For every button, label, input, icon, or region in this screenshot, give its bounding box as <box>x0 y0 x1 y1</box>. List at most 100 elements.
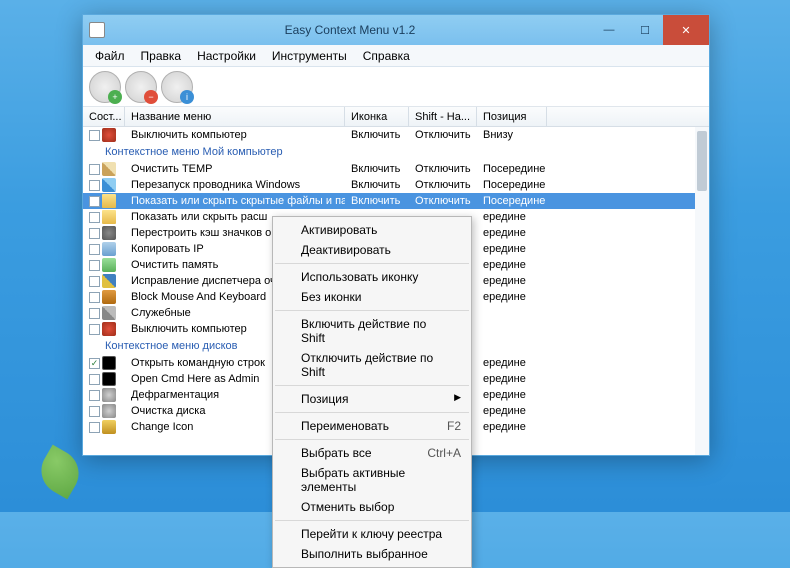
hotkey-label: F2 <box>447 419 461 433</box>
col-state[interactable]: Сост... <box>83 107 125 126</box>
checkbox[interactable] <box>89 292 100 303</box>
row-name: Очистить TEMP <box>125 163 345 175</box>
menu-item[interactable]: Без иконки <box>273 287 471 307</box>
row-pos-col: ередине <box>477 227 547 239</box>
menu-settings[interactable]: Настройки <box>189 47 264 65</box>
row-pos-col: ередине <box>477 421 547 433</box>
checkbox[interactable] <box>89 374 100 385</box>
row-name: Показать или скрыть скрытые файлы и папк… <box>125 195 345 207</box>
menubar: Файл Правка Настройки Инструменты Справк… <box>83 45 709 67</box>
row-pos-col: Посередине <box>477 163 547 175</box>
checkbox[interactable] <box>89 228 100 239</box>
menu-item[interactable]: Деактивировать <box>273 240 471 260</box>
col-icon[interactable]: Иконка <box>345 107 409 126</box>
row-icon-col: Включить <box>345 163 409 175</box>
remove-button[interactable]: − <box>125 71 157 103</box>
cmd-icon <box>102 356 116 370</box>
menu-item[interactable]: Включить действие по Shift <box>273 314 471 348</box>
checkbox[interactable] <box>89 130 100 141</box>
menu-item[interactable]: Отменить выбор <box>273 497 471 517</box>
broom-icon <box>102 162 116 176</box>
cmd-icon <box>102 372 116 386</box>
checkbox[interactable] <box>89 196 100 207</box>
col-shift[interactable]: Shift - На... <box>409 107 477 126</box>
menu-item[interactable]: Использовать иконку <box>273 267 471 287</box>
checkbox[interactable] <box>89 164 100 175</box>
menu-file[interactable]: Файл <box>87 47 133 65</box>
folder-icon <box>102 210 116 224</box>
row-shift-col: Отключить <box>409 129 477 141</box>
menu-separator <box>275 520 469 521</box>
window-title: Easy Context Menu v1.2 <box>109 23 591 37</box>
row-pos-col: Внизу <box>477 129 547 141</box>
checkbox[interactable] <box>89 276 100 287</box>
col-position[interactable]: Позиция <box>477 107 547 126</box>
power-icon <box>102 322 116 336</box>
menu-item[interactable]: Перейти к ключу реестра <box>273 524 471 544</box>
row-pos-col: ередине <box>477 389 547 401</box>
table-row[interactable]: Очистить TEMPВключитьОтключитьПосередине <box>83 161 709 177</box>
menu-edit[interactable]: Правка <box>133 47 190 65</box>
col-name[interactable]: Название меню <box>125 107 345 126</box>
shield-icon <box>102 274 116 288</box>
context-menu: АктивироватьДеактивировать Использовать и… <box>272 216 472 568</box>
checkbox[interactable] <box>89 212 100 223</box>
row-shift-col: Отключить <box>409 163 477 175</box>
menu-item[interactable]: Выполнить выбранное <box>273 544 471 564</box>
hotkey-label: Ctrl+A <box>427 446 461 460</box>
maximize-button[interactable]: ☐ <box>627 15 663 45</box>
menu-tools[interactable]: Инструменты <box>264 47 355 65</box>
menu-separator <box>275 412 469 413</box>
win-icon <box>102 178 116 192</box>
checkbox[interactable] <box>89 244 100 255</box>
table-row[interactable]: Выключить компьютерВключитьОтключитьВниз… <box>83 127 709 143</box>
menu-separator <box>275 263 469 264</box>
row-pos-col: ередине <box>477 211 547 223</box>
checkbox[interactable] <box>89 260 100 271</box>
row-pos-col: ередине <box>477 405 547 417</box>
menu-item[interactable]: Выбрать активные элементы <box>273 463 471 497</box>
row-icon-col: Включить <box>345 129 409 141</box>
app-icon <box>89 22 105 38</box>
row-shift-col: Отключить <box>409 179 477 191</box>
menu-item[interactable]: Позиция▶ <box>273 389 471 409</box>
minimize-button[interactable]: — <box>591 15 627 45</box>
menu-item[interactable]: Активировать <box>273 220 471 240</box>
menu-item[interactable]: ПереименоватьF2 <box>273 416 471 436</box>
menu-separator <box>275 439 469 440</box>
folder-icon <box>102 194 116 208</box>
menu-separator <box>275 385 469 386</box>
checkbox[interactable] <box>89 324 100 335</box>
checkbox[interactable] <box>89 308 100 319</box>
table-row[interactable]: Показать или скрыть скрытые файлы и папк… <box>83 193 709 209</box>
row-pos-col: ередине <box>477 291 547 303</box>
group-header[interactable]: Контекстное меню Мой компьютер <box>83 143 709 161</box>
close-button[interactable]: ✕ <box>663 15 709 45</box>
menu-item[interactable]: Выбрать всеCtrl+A <box>273 443 471 463</box>
row-pos-col: ередине <box>477 259 547 271</box>
menu-item[interactable]: Отключить действие по Shift <box>273 348 471 382</box>
row-pos-col: Посередине <box>477 179 547 191</box>
lock-icon <box>102 290 116 304</box>
table-row[interactable]: Перезапуск проводника WindowsВключитьОтк… <box>83 177 709 193</box>
row-pos-col: ередине <box>477 357 547 369</box>
checkbox[interactable] <box>89 180 100 191</box>
ram-icon <box>102 258 116 272</box>
checkbox[interactable] <box>89 422 100 433</box>
checkbox[interactable] <box>89 358 100 369</box>
menu-help[interactable]: Справка <box>355 47 418 65</box>
wallpaper-decoration <box>33 445 88 500</box>
checkbox[interactable] <box>89 406 100 417</box>
copy-icon <box>102 242 116 256</box>
info-button[interactable]: i <box>161 71 193 103</box>
titlebar[interactable]: Easy Context Menu v1.2 — ☐ ✕ <box>83 15 709 45</box>
toolbar: + − i <box>83 67 709 107</box>
apply-button[interactable]: + <box>89 71 121 103</box>
scrollbar[interactable] <box>695 127 709 455</box>
row-pos-col: ередине <box>477 243 547 255</box>
submenu-arrow-icon: ▶ <box>454 392 461 403</box>
row-icon-col: Включить <box>345 195 409 207</box>
scroll-thumb[interactable] <box>697 131 707 191</box>
disk-icon <box>102 388 116 402</box>
checkbox[interactable] <box>89 390 100 401</box>
